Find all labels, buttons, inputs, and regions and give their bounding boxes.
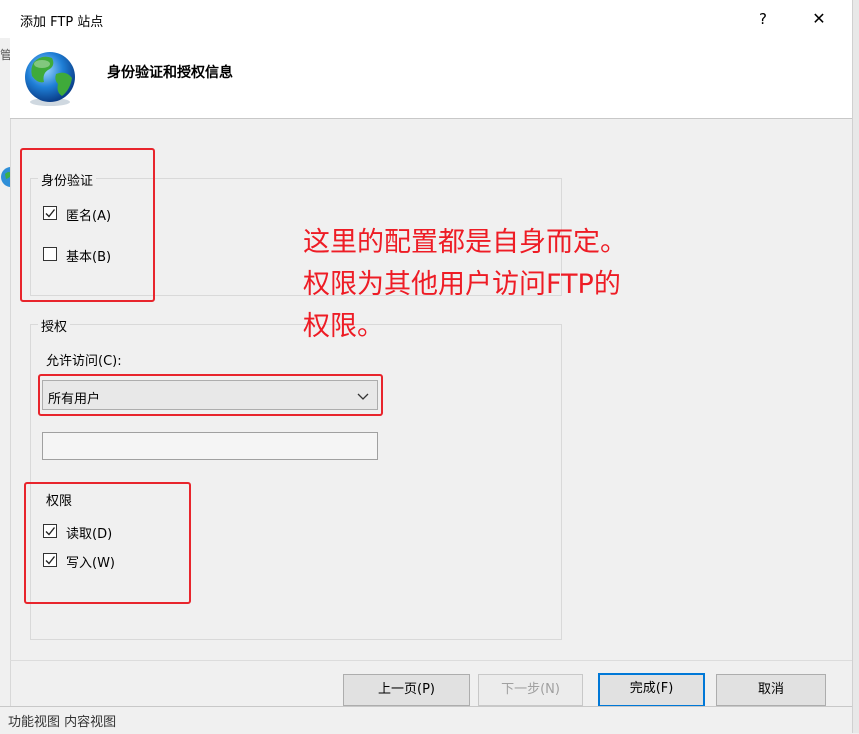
annotation-line: 权限为其他用户访问FTP的 bbox=[303, 269, 621, 300]
annotation-line: 权限。 bbox=[303, 311, 384, 342]
allow-access-label: 允许访问(C): bbox=[46, 354, 122, 369]
annotation-box-permissions bbox=[24, 482, 191, 604]
authorization-group-label: 授权 bbox=[38, 316, 71, 335]
annotation-box-access bbox=[38, 374, 383, 416]
background-window-tabs: 功能视图 内容视图 bbox=[8, 715, 117, 730]
finish-button[interactable]: 完成(F) bbox=[598, 673, 705, 707]
page-heading: 身份验证和授权信息 bbox=[107, 65, 233, 81]
previous-button[interactable]: 上一页(P) bbox=[343, 674, 470, 706]
annotation-box-authentication bbox=[20, 148, 155, 302]
background-window-text: 管 bbox=[0, 48, 10, 62]
title-bar bbox=[0, 0, 852, 38]
next-button[interactable]: 下一步(N) bbox=[478, 674, 583, 706]
annotation-text: 这里的配置都是自身而定。 权限为其他用户访问FTP的 权限。 bbox=[303, 222, 723, 348]
globe-icon bbox=[20, 48, 80, 108]
cancel-button[interactable]: 取消 bbox=[716, 674, 826, 706]
annotation-line: 这里的配置都是自身而定。 bbox=[303, 227, 627, 258]
background-window-edge bbox=[852, 0, 859, 733]
background-window-sidebar bbox=[0, 38, 11, 733]
help-button[interactable]: ? bbox=[752, 8, 774, 30]
close-button[interactable]: ✕ bbox=[806, 8, 832, 30]
background-globe-icon bbox=[0, 166, 10, 188]
window-title: 添加 FTP 站点 bbox=[20, 15, 104, 30]
users-input[interactable] bbox=[42, 432, 378, 460]
